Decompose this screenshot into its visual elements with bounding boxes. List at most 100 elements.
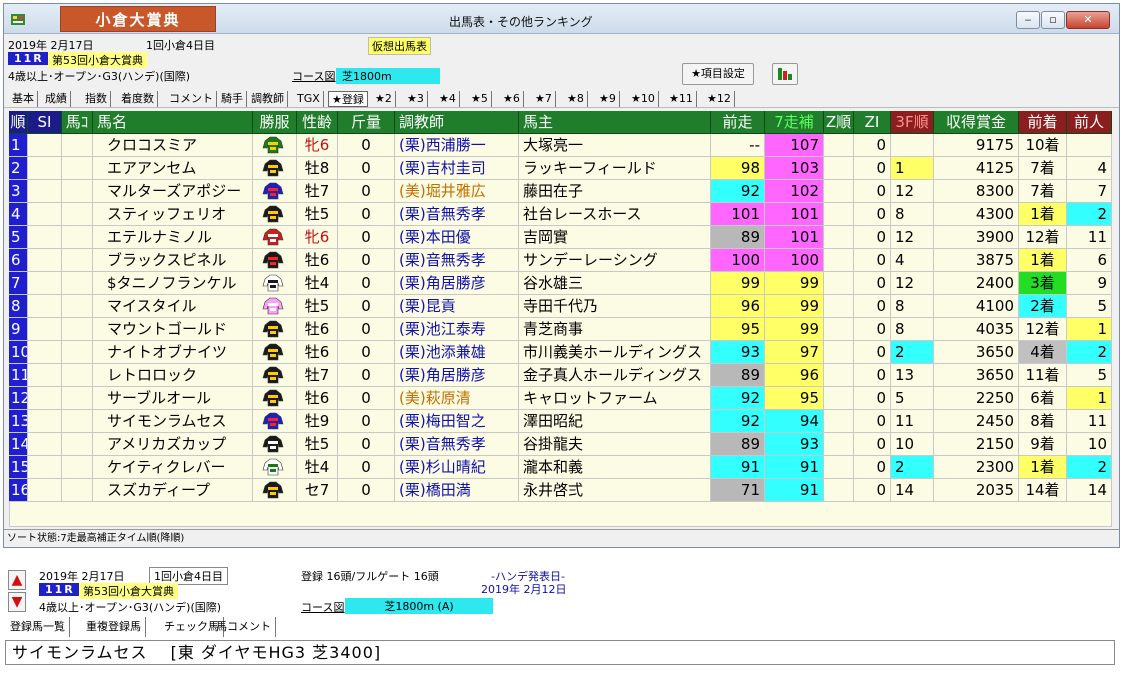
cell-uma: [62, 249, 93, 272]
tab-9[interactable]: ★2: [372, 91, 396, 107]
table-row[interactable]: 2 エアアンセム 牡8 0 (栗)吉村圭司 ラッキーフィールド 98 103 0 1 4125 7着 4: [9, 157, 1112, 180]
tab-17[interactable]: ★10: [628, 91, 659, 107]
header-earnings[interactable]: 収得賞金: [934, 111, 1019, 134]
cell-si: [28, 410, 62, 433]
table-row[interactable]: 13サイモンラムセス牡90(栗)梅田智之澤田昭紀929401124508着11: [9, 410, 1112, 433]
table-row[interactable]: 10ナイトオブナイツ牡60(栗)池添兼雄市川義美ホールディングス93970236…: [9, 341, 1112, 364]
cell-name: レトロロック: [93, 364, 253, 387]
cell-f3rank: 12: [891, 226, 934, 249]
table-row[interactable]: 6 ブラックスピネル 牡6 0 (栗)音無秀孝 サンデーレーシング 100 100 0 4 3875…: [9, 249, 1112, 272]
table-row[interactable]: 16スズカディープセ70(栗)橋田満永井啓弍7191014203514着14: [9, 479, 1112, 502]
tab-14[interactable]: ★7: [532, 91, 556, 107]
cell-silk: [253, 272, 297, 295]
table-row[interactable]: 14アメリカズカップ牡50(栗)音無秀孝谷掛龍夫899301021509着10: [9, 433, 1112, 456]
cell-uma: [62, 433, 93, 456]
header-prevpop[interactable]: 前人: [1067, 111, 1112, 134]
header-trainer[interactable]: 調教師: [395, 111, 519, 134]
cell-best7: 91: [765, 456, 824, 479]
tab-7[interactable]: TGX: [294, 91, 324, 107]
cell-prevfin: 7着: [1019, 157, 1067, 180]
cell-f3rank: 10: [891, 433, 934, 456]
cell-weight: 0: [338, 318, 395, 341]
close-button[interactable]: ✕: [1066, 11, 1110, 29]
minimize-button[interactable]: ‒: [1016, 11, 1040, 29]
cell-prevfin: 11着: [1019, 364, 1067, 387]
bottom-course-map-link[interactable]: コース図: [301, 599, 344, 615]
table-row[interactable]: 5 エテルナミノル 牝6 0 (栗)本田優 吉岡實 89 101 0 12 3900 12着 11: [9, 226, 1112, 249]
cell-zrank: [824, 249, 854, 272]
table-row[interactable]: 12サーブルオール牡60(美)萩原清キャロットファーム92950522506着1: [9, 387, 1112, 410]
cell-earnings: 4100: [934, 295, 1019, 318]
bottom-course-value: 芝1800m (A): [345, 598, 493, 614]
header-uma[interactable]: 馬ｺ: [62, 111, 93, 134]
header-prev[interactable]: 前走: [711, 111, 765, 134]
header-sexage[interactable]: 性齢: [297, 111, 338, 134]
tab-12[interactable]: ★5: [468, 91, 492, 107]
header-zrank[interactable]: Z順: [824, 111, 854, 134]
header-si[interactable]: SI: [28, 111, 62, 134]
cell-trainer: (栗)池江泰寿: [395, 318, 519, 341]
cell-prevfin: 12着: [1019, 226, 1067, 249]
tab-18[interactable]: ★11: [666, 91, 697, 107]
table-row[interactable]: 3 マルターズアポジー 牡7 0 (美)堀井雅広 藤田在子 92 102 0 12 8300 7着 7: [9, 180, 1112, 203]
cell-zrank: [824, 295, 854, 318]
down-arrow-button[interactable]: ▼: [8, 592, 26, 612]
cell-earnings: 3650: [934, 341, 1019, 364]
tab-16[interactable]: ★9: [596, 91, 620, 107]
bottom-tab-0[interactable]: 登録馬一覧: [6, 617, 70, 637]
table-row[interactable]: 15ケイティクレバー牡40(栗)杉山晴紀瀧本和義91910223001着2: [9, 456, 1112, 479]
cell-sexage: 牡6: [297, 341, 338, 364]
header-prevfin[interactable]: 前着: [1019, 111, 1067, 134]
cell-uma: [62, 318, 93, 341]
header-weight[interactable]: 斤量: [338, 111, 395, 134]
table-row[interactable]: 4 スティッフェリオ 牡5 0 (栗)音無秀孝 社台レースホース 101 101 0 8 4300 1…: [9, 203, 1112, 226]
jockey-silk-icon: [262, 435, 284, 453]
tab-13[interactable]: ★6: [500, 91, 524, 107]
tab-6[interactable]: 調教師: [248, 91, 288, 107]
tab-10[interactable]: ★3: [404, 91, 428, 107]
table-row[interactable]: 11レトロロック牡70(栗)角居勝彦金子真人ホールディングス8996013365…: [9, 364, 1112, 387]
table-row[interactable]: 9 マウントゴールド 牡6 0 (栗)池江泰寿 青芝商事 95 99 0 8 4035 12着 1: [9, 318, 1112, 341]
cell-zi: 0: [854, 387, 891, 410]
cell-owner: 瀧本和義: [519, 456, 711, 479]
tab-19[interactable]: ★12: [704, 91, 735, 107]
item-settings-button[interactable]: ★項目設定: [682, 63, 754, 85]
header-f3rank[interactable]: 3F順: [891, 111, 934, 134]
cell-name: サイモンラムセス: [93, 410, 253, 433]
header-no[interactable]: 順: [9, 111, 28, 134]
header-zi[interactable]: ZI: [854, 111, 891, 134]
cell-prev: 89: [711, 226, 765, 249]
tab-8[interactable]: ★登録: [328, 91, 368, 107]
course-map-link[interactable]: コース図: [292, 68, 335, 84]
maximize-button[interactable]: ▫: [1041, 11, 1065, 29]
cell-prev: 95: [711, 318, 765, 341]
cell-uma: [62, 341, 93, 364]
prelim-entry-label[interactable]: 仮想出馬表: [368, 37, 431, 55]
cell-f3rank: 2: [891, 456, 934, 479]
header-name[interactable]: 馬名: [93, 111, 253, 134]
table-row[interactable]: 8 マイスタイル 牡5 0 (栗)昆貢 寺田千代乃 96 99 0 8 4100 2着 5: [9, 295, 1112, 318]
header-owner[interactable]: 馬主: [519, 111, 711, 134]
tab-15[interactable]: ★8: [564, 91, 588, 107]
title-bar[interactable]: 小倉大賞典 出馬表・その他ランキング ‒ ▫ ✕: [4, 4, 1119, 34]
bottom-tab-3[interactable]: 馬コメント: [212, 617, 276, 637]
tab-4[interactable]: コメント: [166, 91, 217, 107]
tab-11[interactable]: ★4: [436, 91, 460, 107]
bottom-tab-1[interactable]: 重複登録馬: [82, 617, 146, 637]
tab-2[interactable]: 指数: [82, 91, 111, 107]
tab-5[interactable]: 騎手: [218, 91, 247, 107]
tab-3[interactable]: 着度数: [118, 91, 158, 107]
cell-zi: 0: [854, 479, 891, 502]
grid-toggle-button[interactable]: [772, 63, 798, 85]
table-row[interactable]: 7 $タニノフランケル 牡4 0 (栗)角居勝彦 谷水雄三 99 99 0 12 2400 3着 9: [9, 272, 1112, 295]
tab-0[interactable]: 基本: [9, 91, 38, 107]
up-arrow-button[interactable]: ▲: [8, 570, 26, 590]
header-silk[interactable]: 勝服: [253, 111, 297, 134]
jockey-silk-icon: [262, 320, 284, 338]
header-best7[interactable]: 7走補: [765, 111, 824, 134]
cell-best7: 94: [765, 410, 824, 433]
horse-memo-field[interactable]: サイモンラムセス [東 ダイヤモHG3 芝3400]: [5, 640, 1115, 665]
cell-name: マイスタイル: [93, 295, 253, 318]
tab-1[interactable]: 成績: [42, 91, 71, 107]
table-row[interactable]: 1 クロコスミア 牝6 0 (栗)西浦勝一 大塚亮一 -- 107 0 9175 10着: [9, 134, 1112, 157]
